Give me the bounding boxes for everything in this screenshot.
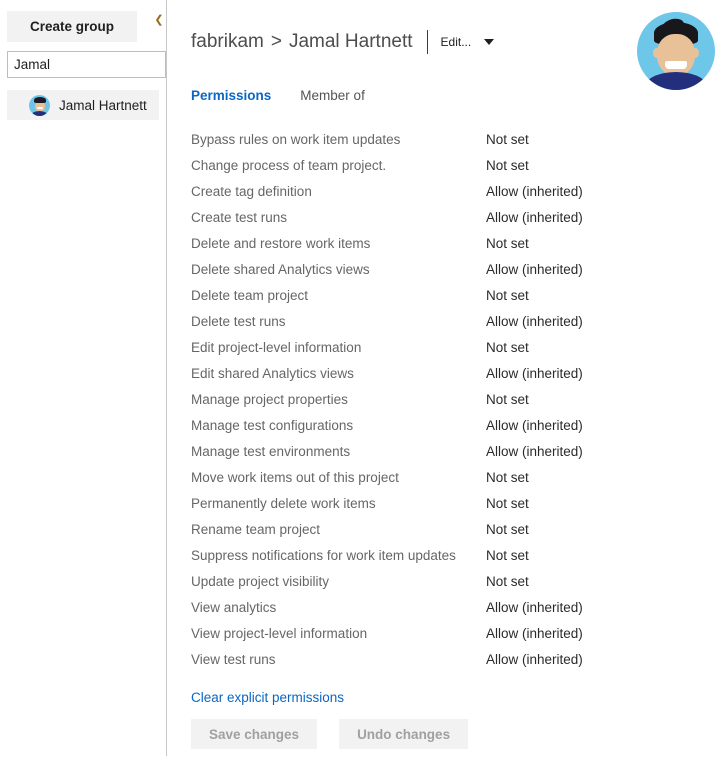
permission-value[interactable]: Allow (inherited) xyxy=(486,444,583,459)
permission-value[interactable]: Allow (inherited) xyxy=(486,184,583,199)
permission-label: Edit project-level information xyxy=(191,339,362,355)
permission-value[interactable]: Not set xyxy=(486,392,529,407)
permission-label: Delete and restore work items xyxy=(191,235,371,251)
main-content: fabrikam > Jamal Hartnett Edit... Permis… xyxy=(167,0,724,761)
permission-label: Manage test configurations xyxy=(191,417,354,433)
breadcrumb-divider xyxy=(426,30,428,54)
table-row: Create test runs Allow (inherited) xyxy=(191,204,661,230)
table-row: Delete shared Analytics views Allow (inhe… xyxy=(191,256,661,282)
clear-explicit-permissions-link[interactable]: Clear explicit permissions xyxy=(191,690,344,705)
permission-label: View analytics xyxy=(191,599,277,615)
page-title: Jamal Hartnett xyxy=(288,31,413,52)
avatar xyxy=(637,12,715,90)
permission-value[interactable]: Not set xyxy=(486,236,529,251)
permission-label: Delete test runs xyxy=(191,313,286,329)
permission-label: Move work items out of this project xyxy=(191,469,399,485)
list-item[interactable]: Jamal Hartnett xyxy=(7,90,159,120)
table-row: Manage test environments Allow (inherited… xyxy=(191,438,661,464)
table-row: Suppress notifications for work item upd… xyxy=(191,542,661,568)
permission-value[interactable]: Not set xyxy=(486,288,529,303)
permission-label: Bypass rules on work item updates xyxy=(191,131,401,147)
permission-label: Permanently delete work items xyxy=(191,495,376,511)
permission-value[interactable]: Allow (inherited) xyxy=(486,418,583,433)
permission-value[interactable]: Allow (inherited) xyxy=(486,652,583,667)
table-row: Delete and restore work items Not set xyxy=(191,230,661,256)
permission-label: Manage project properties xyxy=(191,391,348,407)
table-row: Edit shared Analytics views Allow (inheri… xyxy=(191,360,661,386)
breadcrumb: fabrikam > Jamal Hartnett Edit... xyxy=(191,28,495,56)
table-row: Permanently delete work items Not set xyxy=(191,490,661,516)
permission-value[interactable]: Not set xyxy=(486,132,529,147)
breadcrumb-organization[interactable]: fabrikam xyxy=(191,31,264,53)
permission-label: Edit shared Analytics views xyxy=(191,365,354,381)
permission-label: Delete shared Analytics views xyxy=(191,261,370,277)
permission-label: Change process of team project. xyxy=(191,157,387,173)
create-group-button[interactable]: Create group xyxy=(7,11,137,42)
edit-button[interactable]: Edit... xyxy=(441,35,472,49)
member-list: Jamal Hartnett xyxy=(7,90,159,120)
permission-value[interactable]: Allow (inherited) xyxy=(486,366,583,381)
table-row: View project-level information Allow (inh… xyxy=(191,620,661,646)
permission-label: View project-level information xyxy=(191,625,368,641)
table-row: View test runs Allow (inherited) xyxy=(191,646,661,672)
table-row: Change process of team project. Not set xyxy=(191,152,661,178)
permission-label: View test runs xyxy=(191,651,276,667)
permission-value[interactable]: Not set xyxy=(486,340,529,355)
permission-value[interactable]: Allow (inherited) xyxy=(486,314,583,329)
permission-label: Create test runs xyxy=(191,209,288,225)
table-row: Create tag definition Allow (inherited) xyxy=(191,178,661,204)
tab-member-of[interactable]: Member of xyxy=(300,88,365,103)
permission-value[interactable]: Not set xyxy=(486,574,529,589)
permission-value[interactable]: Allow (inherited) xyxy=(486,262,583,277)
permission-value[interactable]: Allow (inherited) xyxy=(486,210,583,225)
permission-label: Rename team project xyxy=(191,521,321,537)
table-row: Rename team project Not set xyxy=(191,516,661,542)
breadcrumb-separator: > xyxy=(270,31,282,52)
search-input[interactable] xyxy=(7,51,166,78)
table-row: Manage test configurations Allow (inherit… xyxy=(191,412,661,438)
save-changes-button[interactable]: Save changes xyxy=(191,719,318,749)
table-row: Update project visibility Not set xyxy=(191,568,661,594)
permission-label: Manage test environments xyxy=(191,443,351,459)
table-row: Delete team project Not set xyxy=(191,282,661,308)
permission-value[interactable]: Allow (inherited) xyxy=(486,626,583,641)
permission-value[interactable]: Not set xyxy=(486,522,529,537)
table-row: Bypass rules on work item updates Not set xyxy=(191,126,661,152)
chevron-left-icon[interactable]: ❮ xyxy=(152,12,166,28)
permission-label: Create tag definition xyxy=(191,183,312,199)
list-item-label: Jamal Hartnett xyxy=(59,97,147,113)
permissions-page: Create group ❮ Jamal Hartnett fabrikam >… xyxy=(0,0,724,761)
permissions-table: Bypass rules on work item updates Not set… xyxy=(191,126,661,672)
permission-value[interactable]: Not set xyxy=(486,548,529,563)
chevron-down-icon[interactable] xyxy=(484,39,495,45)
table-row: View analytics Allow (inherited) xyxy=(191,594,661,620)
permission-value[interactable]: Not set xyxy=(486,470,529,485)
permission-value[interactable]: Allow (inherited) xyxy=(486,600,583,615)
permission-label: Update project visibility xyxy=(191,573,330,589)
sidebar: Create group ❮ Jamal Hartnett xyxy=(0,0,167,761)
table-row: Edit project-level information Not set xyxy=(191,334,661,360)
permission-value[interactable]: Not set xyxy=(486,496,529,511)
permission-label: Delete team project xyxy=(191,287,309,303)
table-row: Manage project properties Not set xyxy=(191,386,661,412)
table-row: Delete test runs Allow (inherited) xyxy=(191,308,661,334)
table-row: Move work items out of this project Not s… xyxy=(191,464,661,490)
action-bar: Save changes Undo changes xyxy=(191,719,469,749)
tab-bar: Permissions Member of xyxy=(191,88,394,103)
permission-value[interactable]: Not set xyxy=(486,158,529,173)
undo-changes-button[interactable]: Undo changes xyxy=(339,719,469,749)
user-avatar-icon xyxy=(29,94,50,116)
permission-label: Suppress notifications for work item upd… xyxy=(191,547,456,563)
tab-permissions[interactable]: Permissions xyxy=(191,88,271,103)
